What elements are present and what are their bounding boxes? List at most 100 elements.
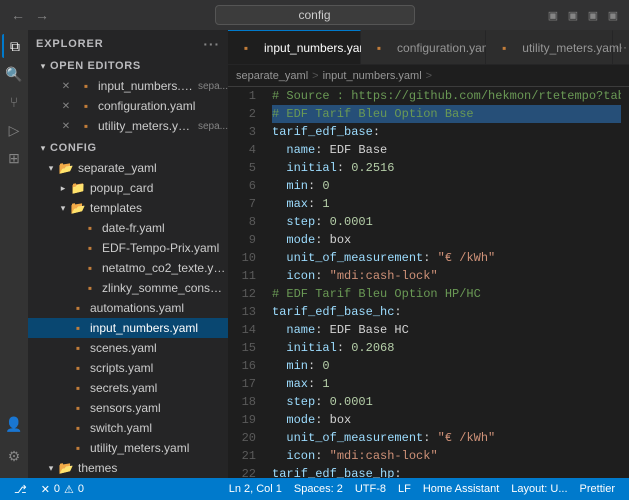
line-number: 17 (228, 375, 256, 393)
line-number: 12 (228, 285, 256, 303)
status-errors[interactable]: ✕ 0 ⚠ 0 (35, 478, 90, 500)
open-editors-arrow: ▾ (36, 61, 50, 72)
yaml-icon-netatmo: ▪ (82, 260, 98, 276)
open-editors-header[interactable]: ▾ OPEN EDITORS (28, 56, 228, 76)
close-icon2[interactable]: ✕ (58, 98, 74, 114)
code-line: min: 0 (272, 357, 621, 375)
sidebar-item-scripts[interactable]: ▪ scripts.yaml (28, 358, 228, 378)
status-ln-col[interactable]: Ln 2, Col 1 (223, 478, 288, 500)
open-editors-label: OPEN EDITORS (50, 60, 141, 72)
sidebar-item-zlinky[interactable]: ▪ zlinky_somme_conso.yaml (28, 278, 228, 298)
sidebar-item-input-numbers[interactable]: ▪ input_numbers.yaml (28, 318, 228, 338)
folder-open-icon-themes: 📂 (58, 460, 74, 476)
search-icon: 🔍 (5, 66, 22, 83)
yaml-icon-scenes: ▪ (70, 340, 86, 356)
status-encoding[interactable]: UTF-8 (349, 478, 392, 500)
sidebar-item-themes[interactable]: ▾ 📂 themes (28, 458, 228, 478)
sidebar-item-templates[interactable]: ▾ 📂 templates (28, 198, 228, 218)
oe-input-item[interactable]: ✕ ▪ input_numbers.yaml sepa... (28, 76, 228, 96)
status-prettier[interactable]: Prettier (574, 478, 621, 500)
config-label: CONFIG (50, 142, 97, 154)
scenes-label: scenes.yaml (90, 341, 157, 355)
oe-input-label: input_numbers.yaml (98, 79, 194, 93)
oe-config-label: configuration.yaml (98, 99, 195, 113)
code-line: initial: 0.2516 (272, 159, 621, 177)
nav-back-button[interactable]: ← (8, 5, 28, 25)
code-line: max: 1 (272, 195, 621, 213)
status-spaces[interactable]: Spaces: 2 (288, 478, 349, 500)
yaml-icon-utility: ▪ (70, 440, 86, 456)
code-line: tarif_edf_base: (272, 123, 621, 141)
code-line: # Source : https://github.com/hekmon/rte… (272, 87, 621, 105)
templates-label: templates (90, 201, 142, 215)
sidebar-item-date-fr[interactable]: ▪ date-fr.yaml (28, 218, 228, 238)
activity-search[interactable]: 🔍 (2, 62, 26, 86)
activity-extensions[interactable]: ⊞ (2, 146, 26, 170)
sidebar-item-automations[interactable]: ▪ automations.yaml (28, 298, 228, 318)
themes-arrow: ▾ (44, 463, 58, 474)
sidebar-item-switch[interactable]: ▪ switch.yaml (28, 418, 228, 438)
code-line: unit_of_measurement: "€ /kWh" (272, 249, 621, 267)
sidebar-item-separate[interactable]: ▾ 📂 separate_yaml (28, 158, 228, 178)
breadcrumb-part-1[interactable]: separate_yaml (236, 70, 308, 82)
breadcrumb-sep-1: > (312, 70, 318, 82)
status-git[interactable]: ⎇ (8, 478, 35, 500)
close-icon[interactable]: ✕ (58, 78, 74, 94)
sidebar-item-popup[interactable]: ▸ 📁 popup_card (28, 178, 228, 198)
status-layout[interactable]: Layout: U... (505, 478, 573, 500)
layout-btn-4[interactable]: ▣ (605, 7, 621, 23)
tab-input-numbers[interactable]: ▪ input_numbers.yaml ✕ (228, 30, 361, 64)
sidebar-item-scenes[interactable]: ▪ scenes.yaml (28, 338, 228, 358)
search-bar[interactable]: config (215, 5, 415, 25)
minimap (621, 87, 629, 478)
layout-btn-3[interactable]: ▣ (585, 7, 601, 23)
layout-btn-2[interactable]: ▣ (565, 7, 581, 23)
activity-account[interactable]: 👤 (2, 412, 26, 436)
sidebar-item-edf-tempo[interactable]: ▪ EDF-Tempo-Prix.yaml (28, 238, 228, 258)
scripts-label: scripts.yaml (90, 361, 153, 375)
nav-forward-button[interactable]: → (32, 5, 52, 25)
config-header[interactable]: ▾ CONFIG (28, 138, 228, 158)
code-line: initial: 0.2068 (272, 339, 621, 357)
status-language[interactable]: Home Assistant (417, 478, 505, 500)
templates-arrow: ▾ (56, 203, 70, 214)
close-icon3[interactable]: ✕ (58, 118, 74, 134)
layout-btn-1[interactable]: ▣ (545, 7, 561, 23)
tab-utility-meters[interactable]: ▪ utility_meters.yaml ✕ (486, 30, 613, 64)
input-numbers-label: input_numbers.yaml (90, 321, 198, 335)
oe-utility-item[interactable]: ✕ ▪ utility_meters.yaml sepa... (28, 116, 228, 136)
activity-debug[interactable]: ▷ (2, 118, 26, 142)
code-editor[interactable]: # Source : https://github.com/hekmon/rte… (264, 87, 621, 478)
explorer-dots[interactable]: ··· (203, 36, 220, 52)
nav-buttons: ← → (8, 5, 52, 25)
tab-configuration[interactable]: ▪ configuration.yaml ✕ (361, 30, 486, 64)
oe-config-item[interactable]: ✕ ▪ configuration.yaml (28, 96, 228, 116)
tab-yaml-icon-1: ▪ (238, 40, 254, 56)
sidebar-item-sensors[interactable]: ▪ sensors.yaml (28, 398, 228, 418)
account-icon: 👤 (5, 416, 22, 433)
folder-open-icon-templates: 📂 (70, 200, 86, 216)
activity-settings[interactable]: ⚙ (2, 444, 26, 468)
status-eol[interactable]: LF (392, 478, 417, 500)
line-number: 16 (228, 357, 256, 375)
extensions-icon: ⊞ (8, 150, 20, 167)
code-line: # EDF Tarif Bleu Option HP/HC (272, 285, 621, 303)
line-number: 11 (228, 267, 256, 285)
line-number: 22 (228, 465, 256, 478)
line-number: 10 (228, 249, 256, 267)
breadcrumb-part-2[interactable]: input_numbers.yaml (323, 70, 422, 82)
breadcrumb-sep-2: > (426, 70, 432, 82)
oe-utility-suffix: sepa... (198, 121, 228, 132)
breadcrumb: separate_yaml > input_numbers.yaml > (228, 65, 629, 87)
line-number: 9 (228, 231, 256, 249)
explorer-header[interactable]: EXPLORER ··· (28, 30, 228, 56)
sidebar-item-secrets[interactable]: ▪ secrets.yaml (28, 378, 228, 398)
line-number: 13 (228, 303, 256, 321)
activity-source-control[interactable]: ⑂ (2, 90, 26, 114)
yaml-icon-zlinky: ▪ (82, 280, 98, 296)
activity-explorer[interactable]: ⧉ (2, 34, 26, 58)
sidebar-item-utility-meters[interactable]: ▪ utility_meters.yaml (28, 438, 228, 458)
tabs-overflow-button[interactable]: ··· (613, 30, 629, 64)
line-number: 21 (228, 447, 256, 465)
sidebar-item-netatmo[interactable]: ▪ netatmo_co2_texte.yaml (28, 258, 228, 278)
